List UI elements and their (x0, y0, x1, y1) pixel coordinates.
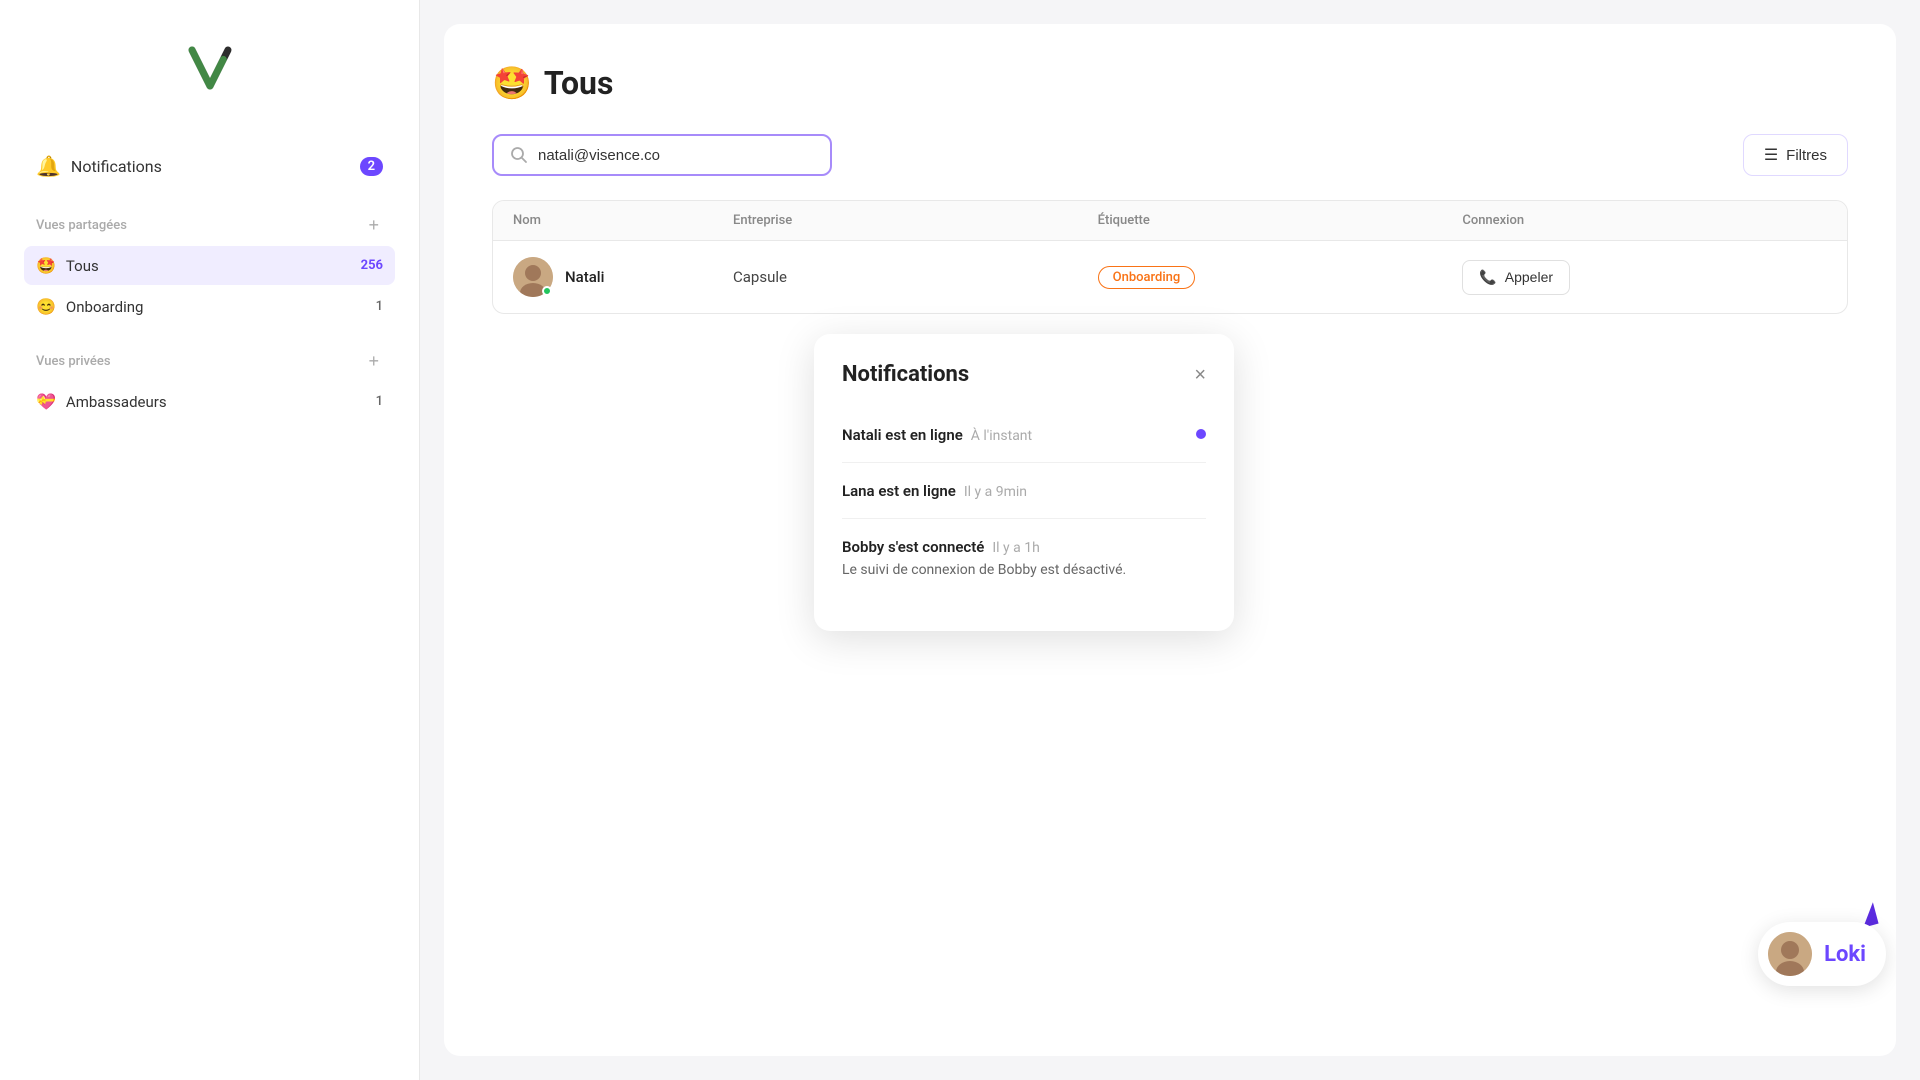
modal-close-button[interactable]: × (1194, 365, 1206, 385)
add-private-view-button[interactable]: + (364, 352, 383, 370)
contacts-table: Nom Entreprise Étiquette Connexion (492, 200, 1848, 314)
notification-content-0: Natali est en ligneÀ l'instant (842, 425, 1032, 444)
filter-label: Filtres (1786, 147, 1827, 164)
header-connexion: Connexion (1462, 213, 1827, 228)
call-icon: 📞 (1479, 269, 1496, 286)
contact-cell: Natali (513, 257, 733, 297)
tag-onboarding: Onboarding (1098, 266, 1196, 289)
shared-views-label: Vues partagées (36, 218, 127, 233)
app-logo (182, 40, 238, 96)
tous-count: 256 (361, 258, 383, 273)
online-indicator (542, 286, 552, 296)
tous-emoji: 🤩 (36, 256, 56, 275)
search-box[interactable] (492, 134, 832, 176)
modal-title: Notifications (842, 362, 969, 387)
ambassadeurs-count: 1 (376, 394, 383, 409)
bell-icon: 🔔 (36, 154, 61, 178)
notification-item-1: Lana est en ligneIl y a 9min (842, 463, 1206, 519)
notifications-label: Notifications (71, 157, 350, 176)
call-button[interactable]: 📞 Appeler (1462, 260, 1570, 295)
main-content: 🤩 Tous ☰ Filtres Nom Entreprise Étiquett… (444, 24, 1896, 1056)
action-cell: 📞 Appeler (1462, 260, 1827, 295)
toolbar: ☰ Filtres (492, 134, 1848, 176)
filter-icon: ☰ (1764, 145, 1778, 165)
private-views-section: Vues privées + (24, 344, 395, 378)
notifications-badge: 2 (360, 157, 383, 176)
sidebar: 🔔 Notifications 2 Vues partagées + 🤩 Tou… (0, 0, 420, 1080)
table-row: Natali Capsule Onboarding 📞 Appeler (493, 241, 1847, 313)
shared-views-section: Vues partagées + (24, 208, 395, 242)
contact-name: Natali (565, 268, 604, 286)
notification-main-2: Bobby s'est connectéIl y a 1h (842, 537, 1126, 556)
notifications-modal: Notifications × Natali est en ligneÀ l'i… (814, 334, 1234, 631)
notification-item-0: Natali est en ligneÀ l'instant (842, 407, 1206, 463)
sidebar-item-onboarding[interactable]: 😊 Onboarding 1 (24, 287, 395, 326)
loki-face (1768, 932, 1812, 976)
loki-tooltip: Loki (1758, 922, 1886, 986)
notification-item-2: Bobby s'est connectéIl y a 1h Le suivi d… (842, 519, 1206, 599)
search-input[interactable] (538, 147, 814, 164)
filter-button[interactable]: ☰ Filtres (1743, 134, 1848, 176)
tag-cell: Onboarding (1098, 266, 1463, 289)
notification-sub-2: Le suivi de connexion de Bobby est désac… (842, 560, 1126, 581)
loki-avatar (1768, 932, 1812, 976)
page-header: 🤩 Tous (492, 64, 1848, 102)
company-cell: Capsule (733, 268, 1098, 286)
table-header: Nom Entreprise Étiquette Connexion (493, 201, 1847, 241)
tous-label: Tous (66, 257, 351, 275)
sidebar-item-notifications[interactable]: 🔔 Notifications 2 (24, 144, 395, 188)
private-views-label: Vues privées (36, 354, 111, 369)
onboarding-label: Onboarding (66, 298, 366, 316)
page-title: Tous (544, 64, 614, 102)
loki-name: Loki (1824, 942, 1866, 967)
header-nom: Nom (513, 213, 733, 228)
ambassadeurs-emoji: 💝 (36, 392, 56, 411)
logo-area (24, 40, 395, 96)
notification-content-1: Lana est en ligneIl y a 9min (842, 481, 1027, 500)
notification-content-2: Bobby s'est connectéIl y a 1h Le suivi d… (842, 537, 1126, 581)
ambassadeurs-label: Ambassadeurs (66, 393, 366, 411)
search-icon (510, 146, 528, 164)
header-entreprise: Entreprise (733, 213, 1098, 228)
cursor-area: Loki (1860, 904, 1876, 926)
onboarding-count: 1 (376, 299, 383, 314)
sidebar-item-tous[interactable]: 🤩 Tous 256 (24, 246, 395, 285)
header-etiquette: Étiquette (1098, 213, 1463, 228)
notification-text-0: Natali est en ligneÀ l'instant (842, 425, 1032, 444)
avatar-wrapper (513, 257, 553, 297)
page-emoji: 🤩 (492, 64, 532, 102)
onboarding-emoji: 😊 (36, 297, 56, 316)
add-shared-view-button[interactable]: + (364, 216, 383, 234)
unread-dot (1196, 429, 1206, 439)
sidebar-item-ambassadeurs[interactable]: 💝 Ambassadeurs 1 (24, 382, 395, 421)
call-label: Appeler (1505, 269, 1553, 285)
modal-header: Notifications × (842, 362, 1206, 387)
